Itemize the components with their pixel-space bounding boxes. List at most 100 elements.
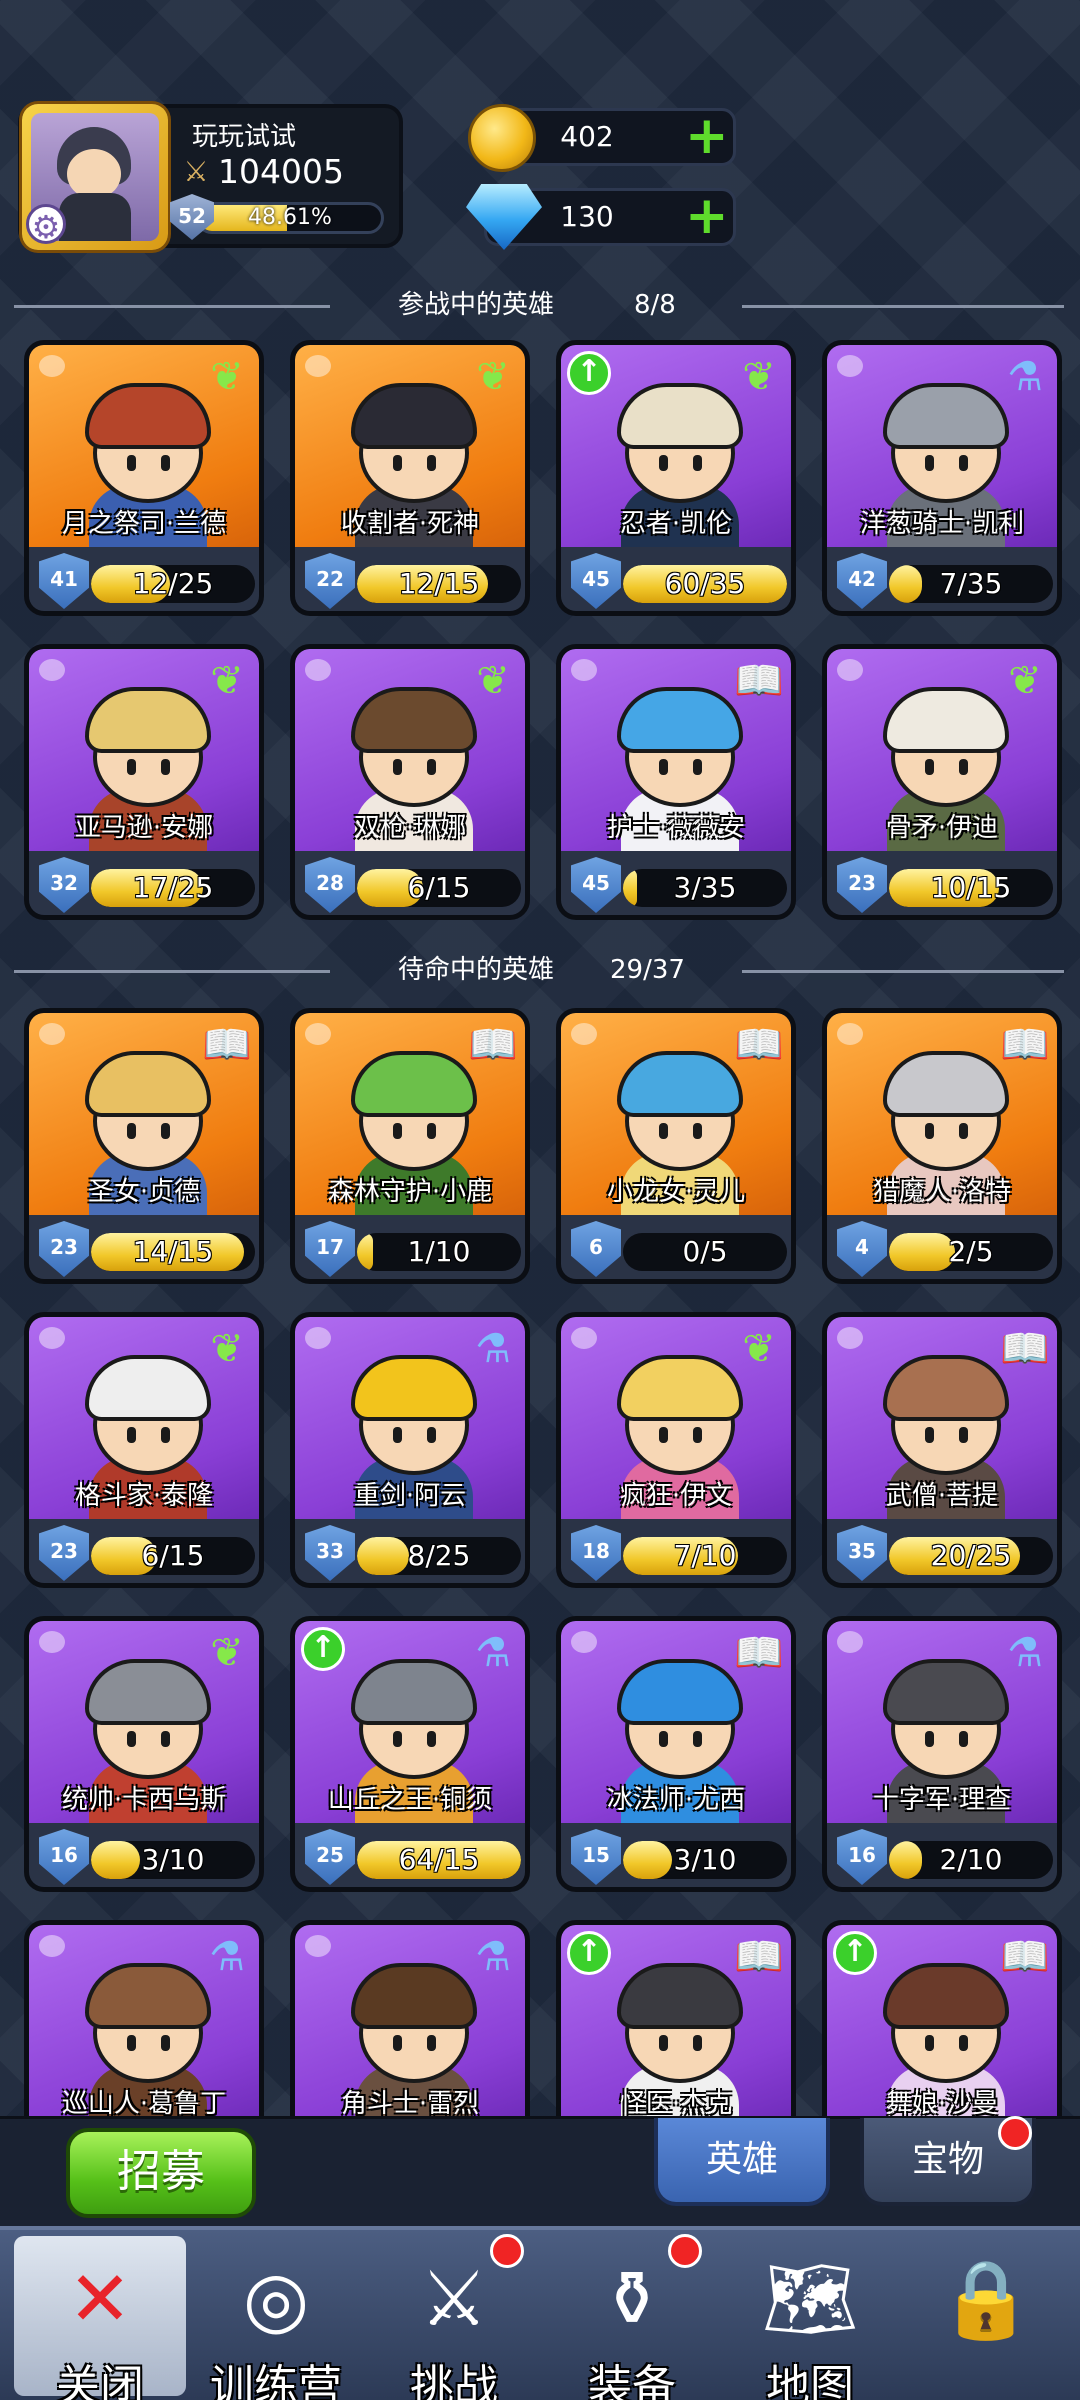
hero-name: 舞娘·沙曼 — [885, 2089, 999, 2119]
hero-card[interactable]: 双枪·琳娜 ❦ 28 6/15 — [290, 644, 530, 920]
hero-eye — [959, 1123, 968, 1139]
divider-line — [14, 305, 330, 308]
recruit-button[interactable]: 招募 — [66, 2128, 256, 2218]
shard-progress-text: 2/5 — [948, 1235, 994, 1268]
close-icon: ✕ — [68, 2254, 132, 2343]
hero-name: 格斗家·泰隆 — [74, 1481, 214, 1511]
hero-portrait: 冰法师·尤西 📖 — [561, 1621, 791, 1823]
green-leaf-badge-icon: ❦ — [210, 1630, 244, 1676]
card-shine — [837, 1631, 863, 1653]
hero-hair — [351, 1963, 477, 2029]
hero-card[interactable]: 森林守护·小鹿 📖 17 1/10 — [290, 1008, 530, 1284]
hero-eye — [161, 1427, 170, 1443]
hero-name: 巡山人·葛鲁丁 — [61, 2089, 227, 2119]
hero-portrait: 格斗家·泰隆 ❦ — [29, 1317, 259, 1519]
shard-progress-text: 0/5 — [682, 1235, 728, 1268]
hero-name: 骨矛·伊迪 — [885, 813, 999, 843]
card-shine — [837, 1327, 863, 1349]
add-gold-plus-icon[interactable]: + — [685, 110, 729, 162]
hero-hair — [883, 1659, 1009, 1725]
green-leaf-badge-icon: ❦ — [742, 354, 776, 400]
gold-book-badge-icon: 📖 — [1000, 1022, 1050, 1068]
nav-item-6[interactable]: 🔒 — [900, 2236, 1072, 2396]
hero-card[interactable]: 忍者·凯伦 ❦ ↑ 45 60/35 — [556, 340, 796, 616]
add-gems-plus-icon[interactable]: + — [685, 190, 729, 242]
green-leaf-badge-icon: ❦ — [1008, 658, 1042, 704]
gold-book-badge-icon: 📖 — [734, 658, 784, 704]
hero-card[interactable]: 十字军·理查 ⚗ 16 2/10 — [822, 1616, 1062, 1892]
hero-card[interactable]: 山丘之王·铜须 ⚗ ↑ 25 64/15 — [290, 1616, 530, 1892]
shard-progress-text: 20/25 — [930, 1539, 1012, 1572]
hero-portrait: 怪医·杰克 📖 ↑ — [561, 1925, 791, 2127]
shard-progress-text: 60/35 — [664, 567, 746, 600]
hero-card[interactable]: 亚马逊·安娜 ❦ 32 17/25 — [24, 644, 264, 920]
hero-hair — [85, 1963, 211, 2029]
hero-eye — [959, 1731, 968, 1747]
hero-portrait: 山丘之王·铜须 ⚗ ↑ — [295, 1621, 525, 1823]
hero-eye — [427, 1427, 436, 1443]
hero-eye — [659, 1731, 668, 1747]
hero-eye — [161, 2035, 170, 2051]
hero-hair — [617, 1355, 743, 1421]
hero-card[interactable]: 重剑·阿云 ⚗ 33 8/25 — [290, 1312, 530, 1588]
shard-progress-text: 3/35 — [673, 871, 737, 904]
hero-hair — [351, 383, 477, 449]
nav-item-5[interactable]: 🗺 地图 — [724, 2236, 896, 2400]
hero-card[interactable]: 骨矛·伊迪 ❦ 23 10/15 — [822, 644, 1062, 920]
hero-name: 十字军·理查 — [872, 1785, 1012, 1815]
hero-eye — [427, 759, 436, 775]
hero-portrait: 圣女·贞德 📖 — [29, 1013, 259, 1215]
locked-icon: 🔒 — [938, 2254, 1034, 2343]
hero-eye — [127, 455, 136, 471]
gold-book-badge-icon: 📖 — [734, 1934, 784, 1980]
hero-name: 小龙女·灵儿 — [606, 1177, 746, 1207]
hero-card[interactable]: 统帅·卡西乌斯 ❦ 16 3/10 — [24, 1616, 264, 1892]
player-name: 玩玩试试 — [192, 122, 297, 152]
shard-progress-text: 12/25 — [132, 567, 214, 600]
hero-hair — [85, 1355, 211, 1421]
nav-item-2[interactable]: ◎ 训练营 — [190, 2236, 362, 2400]
hero-eye — [393, 455, 402, 471]
hero-card[interactable]: 猎魔人·洛特 📖 4 2/5 — [822, 1008, 1062, 1284]
card-shine — [837, 659, 863, 681]
hero-card[interactable]: 月之祭司·兰德 ❦ 41 12/25 — [24, 340, 264, 616]
blue-potion-badge-icon: ⚗ — [1007, 354, 1043, 400]
card-shine — [571, 1631, 597, 1653]
hero-card[interactable]: 洋葱骑士·凯利 ⚗ 42 7/35 — [822, 340, 1062, 616]
nav-label: 地图 — [766, 2361, 854, 2400]
settings-gear-icon[interactable]: ⚙ — [26, 204, 66, 246]
hero-card[interactable]: 武僧·菩提 📖 35 20/25 — [822, 1312, 1062, 1588]
shard-progress-text: 14/15 — [132, 1235, 214, 1268]
nav-notification-dot — [668, 2234, 702, 2268]
card-shine — [305, 1935, 331, 1957]
shard-progress-text: 7/35 — [939, 567, 1003, 600]
hero-eye — [925, 2035, 934, 2051]
tab-heroes[interactable]: 英雄 — [654, 2118, 830, 2206]
card-shine — [39, 659, 65, 681]
card-shine — [305, 355, 331, 377]
hero-portrait: 重剑·阿云 ⚗ — [295, 1317, 525, 1519]
hero-name: 冰法师·尤西 — [606, 1785, 746, 1815]
hero-portrait: 疯狂·伊文 ❦ — [561, 1317, 791, 1519]
gold-book-badge-icon: 📖 — [202, 1022, 252, 1068]
hero-card[interactable]: 冰法师·尤西 📖 15 3/10 — [556, 1616, 796, 1892]
hero-card[interactable]: 收割者·死神 ❦ 22 12/15 — [290, 340, 530, 616]
shard-progress-text: 10/15 — [930, 871, 1012, 904]
hero-portrait: 武僧·菩提 📖 — [827, 1317, 1057, 1519]
gold-book-badge-icon: 📖 — [1000, 1934, 1050, 1980]
hero-hair — [617, 687, 743, 753]
hero-card[interactable]: 圣女·贞德 📖 23 14/15 — [24, 1008, 264, 1284]
map-icon: 🗺 — [761, 2254, 859, 2343]
hero-card[interactable]: 疯狂·伊文 ❦ 18 7/10 — [556, 1312, 796, 1588]
nav-label: 装备 — [588, 2361, 676, 2400]
shard-progress-text: 17/25 — [132, 871, 214, 904]
card-shine — [305, 659, 331, 681]
hero-card[interactable]: 格斗家·泰隆 ❦ 23 6/15 — [24, 1312, 264, 1588]
training-target-icon: ◎ — [242, 2254, 310, 2343]
nav-item-1[interactable]: ✕ 关闭 — [14, 2236, 186, 2400]
hero-eye — [959, 2035, 968, 2051]
hero-card[interactable]: 小龙女·灵儿 📖 6 0/5 — [556, 1008, 796, 1284]
hero-card[interactable]: 护士·薇薇安 📖 45 3/35 — [556, 644, 796, 920]
shard-progress-text: 3/10 — [141, 1843, 205, 1876]
upgrade-arrow-icon: ↑ — [833, 1931, 877, 1975]
